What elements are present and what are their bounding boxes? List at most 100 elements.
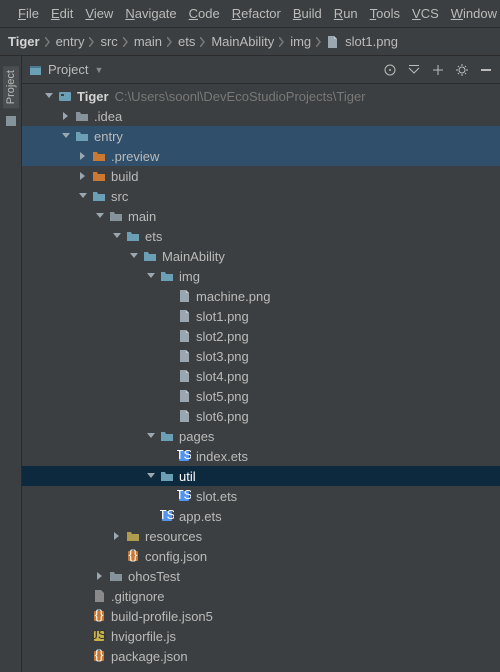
expand-arrow-icon[interactable] [78, 171, 88, 181]
breadcrumb-item[interactable]: ets [176, 34, 197, 49]
tree-label: build-profile.json5 [111, 609, 213, 624]
tree-node-slot3-png[interactable]: slot3.png [22, 346, 500, 366]
expand-arrow-icon[interactable] [112, 531, 122, 541]
tree-node-resources[interactable]: resources [22, 526, 500, 546]
tree-node-pages[interactable]: pages [22, 426, 500, 446]
project-view-icon [28, 63, 42, 77]
tree-node-build[interactable]: build [22, 166, 500, 186]
breadcrumb-separator [167, 37, 173, 47]
project-tree[interactable]: TigerC:\Users\soonl\DevEcoStudioProjects… [22, 84, 500, 672]
tree-node-slot2-png[interactable]: slot2.png [22, 326, 500, 346]
collapse-arrow-icon[interactable] [129, 251, 139, 261]
tree-node-MainAbility[interactable]: MainAbility [22, 246, 500, 266]
breadcrumb-separator [89, 37, 95, 47]
menubar: FileEditViewNavigateCodeRefactorBuildRun… [0, 0, 500, 28]
breadcrumb-item[interactable]: main [132, 34, 164, 49]
toolwindow-structure-icon[interactable] [4, 114, 18, 128]
tree-label: slot3.png [196, 349, 249, 364]
breadcrumb-separator [279, 37, 285, 47]
breadcrumb: Tiger entry srcmainets MainAbility img slot1… [0, 28, 500, 56]
locate-button[interactable] [382, 62, 398, 78]
tree-label: slot1.png [196, 309, 249, 324]
tree-node-ohosTest[interactable]: ohosTest [22, 566, 500, 586]
tree-node-config-json[interactable]: config.json [22, 546, 500, 566]
collapse-arrow-icon[interactable] [61, 131, 71, 141]
collapse-arrow-icon[interactable] [112, 231, 122, 241]
menu-edit[interactable]: Edit [45, 6, 79, 21]
tree-label: img [179, 269, 200, 284]
tree-node--gitignore[interactable]: .gitignore [22, 586, 500, 606]
tree-node-main[interactable]: main [22, 206, 500, 226]
toolwindow-bar: Project [0, 56, 22, 672]
menu-build[interactable]: Build [287, 6, 328, 21]
tree-label: .preview [111, 149, 159, 164]
tree-node-build-profile-json5[interactable]: build-profile.json5 [22, 606, 500, 626]
tree-label: src [111, 189, 128, 204]
tree-node-machine-png[interactable]: machine.png [22, 286, 500, 306]
expand-arrow-icon[interactable] [61, 111, 71, 121]
collapse-arrow-icon[interactable] [146, 431, 156, 441]
tree-node-slot5-png[interactable]: slot5.png [22, 386, 500, 406]
tree-node-slot4-png[interactable]: slot4.png [22, 366, 500, 386]
tree-node-src[interactable]: src [22, 186, 500, 206]
tree-label: index.ets [196, 449, 248, 464]
collapse-arrow-icon[interactable] [78, 191, 88, 201]
panel-header: Project ▼ [22, 56, 500, 84]
tree-node-package-json[interactable]: package.json [22, 646, 500, 666]
menu-tools[interactable]: Tools [364, 6, 406, 21]
tree-node-img[interactable]: img [22, 266, 500, 286]
breadcrumb-root[interactable]: Tiger [6, 34, 42, 49]
tree-node-slot-ets[interactable]: slot.ets [22, 486, 500, 506]
hide-button[interactable] [478, 62, 494, 78]
breadcrumb-item[interactable]: entry [54, 34, 87, 49]
breadcrumb-item[interactable]: src [98, 34, 119, 49]
breadcrumb-separator [123, 37, 129, 47]
tree-label: slot6.png [196, 409, 249, 424]
tree-node-slot1-png[interactable]: slot1.png [22, 306, 500, 326]
expand-all-button[interactable] [406, 62, 422, 78]
breadcrumb-item[interactable]: img [288, 34, 313, 49]
tree-label: slot4.png [196, 369, 249, 384]
panel-title[interactable]: Project [48, 62, 88, 77]
menu-run[interactable]: Run [328, 6, 364, 21]
tree-node-util[interactable]: util [22, 466, 500, 486]
tree-root[interactable]: TigerC:\Users\soonl\DevEcoStudioProjects… [22, 86, 500, 106]
menu-window[interactable]: Window [445, 6, 500, 21]
panel-dropdown-icon[interactable]: ▼ [94, 65, 103, 75]
tree-label: slot2.png [196, 329, 249, 344]
tree-node--idea[interactable]: .idea [22, 106, 500, 126]
tree-node--preview[interactable]: .preview [22, 146, 500, 166]
menu-view[interactable]: View [79, 6, 119, 21]
collapse-arrow-icon[interactable] [44, 91, 54, 101]
tree-label: ets [145, 229, 162, 244]
collapse-arrow-icon[interactable] [146, 471, 156, 481]
tree-label: pages [179, 429, 214, 444]
tree-label: slot.ets [196, 489, 237, 504]
tree-label: ohosTest [128, 569, 180, 584]
collapse-all-button[interactable] [430, 62, 446, 78]
tree-label: machine.png [196, 289, 270, 304]
toolwindow-project-tab[interactable]: Project [3, 66, 19, 108]
breadcrumb-separator [316, 37, 322, 47]
menu-navigate[interactable]: Navigate [119, 6, 182, 21]
breadcrumb-item[interactable]: MainAbility [209, 34, 276, 49]
expand-arrow-icon[interactable] [78, 151, 88, 161]
tree-node-ets[interactable]: ets [22, 226, 500, 246]
menu-file[interactable]: File [12, 6, 45, 21]
settings-button[interactable] [454, 62, 470, 78]
tree-node-hvigorfile-js[interactable]: hvigorfile.js [22, 626, 500, 646]
menu-code[interactable]: Code [183, 6, 226, 21]
tree-label: main [128, 209, 156, 224]
tree-node-entry[interactable]: entry [22, 126, 500, 146]
menu-vcs[interactable]: VCS [406, 6, 445, 21]
tree-node-index-ets[interactable]: index.ets [22, 446, 500, 466]
expand-arrow-icon[interactable] [95, 571, 105, 581]
menu-refactor[interactable]: Refactor [226, 6, 287, 21]
tree-node-app-ets[interactable]: app.ets [22, 506, 500, 526]
collapse-arrow-icon[interactable] [95, 211, 105, 221]
collapse-arrow-icon[interactable] [146, 271, 156, 281]
breadcrumb-item[interactable]: slot1.png [343, 34, 400, 49]
breadcrumb-file-icon [325, 35, 339, 49]
tree-node-slot6-png[interactable]: slot6.png [22, 406, 500, 426]
tree-label: slot5.png [196, 389, 249, 404]
